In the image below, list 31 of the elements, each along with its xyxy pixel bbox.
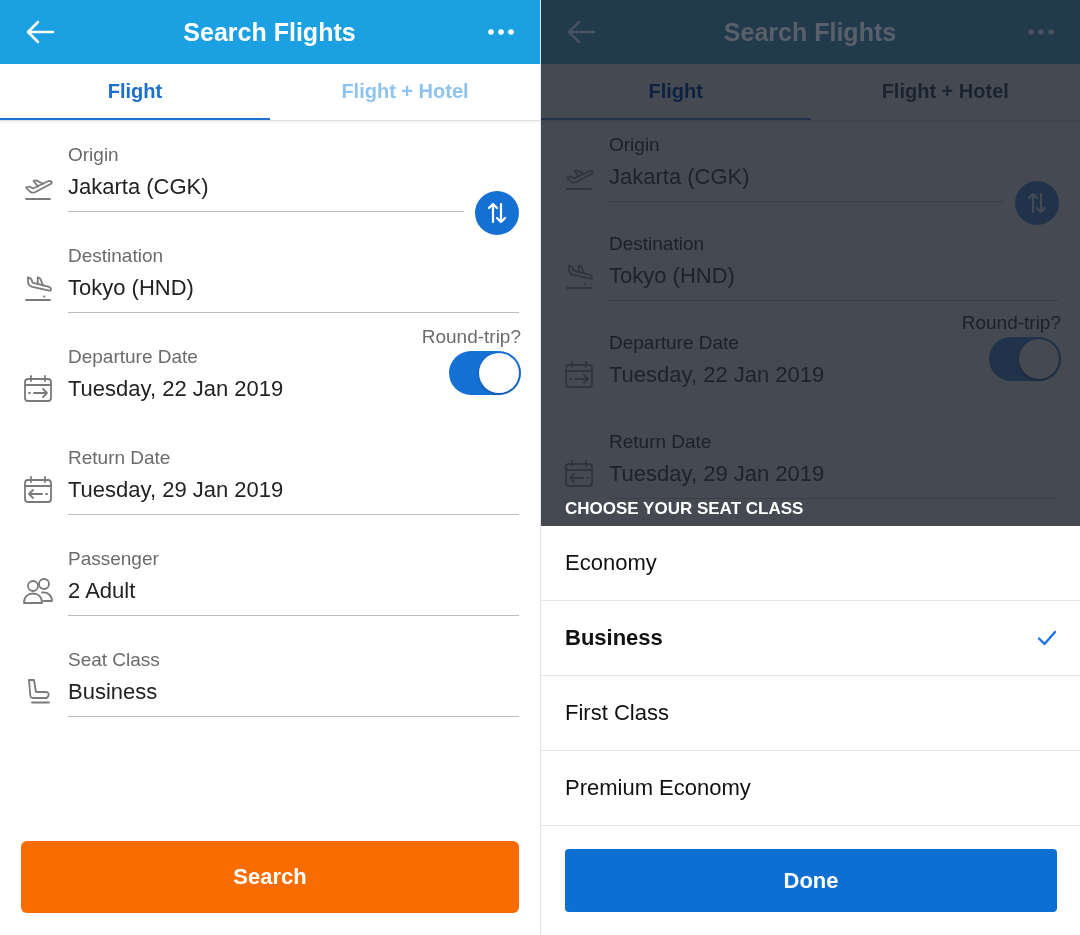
field-label: Return Date xyxy=(68,446,171,470)
done-button[interactable]: Done xyxy=(565,849,1057,912)
field-label: Passenger xyxy=(68,547,159,571)
round-trip-toggle[interactable] xyxy=(449,351,521,395)
up-down-arrows-icon xyxy=(1026,192,1048,214)
two-people-icon xyxy=(22,576,54,606)
field-label: Destination xyxy=(68,244,164,268)
field-label: Departure Date xyxy=(68,345,198,369)
swap-button[interactable] xyxy=(475,191,519,235)
ellipsis-icon[interactable] xyxy=(488,29,514,35)
field-label: Origin xyxy=(68,143,119,167)
input-field[interactable]: Tuesday, 29 Jan 2019 xyxy=(68,475,519,515)
input-field[interactable]: Tuesday, 22 Jan 2019 xyxy=(68,374,412,404)
up-down-arrows-icon xyxy=(486,202,508,224)
field-label: Seat Class xyxy=(68,648,160,672)
input-field[interactable]: Tokyo (HND) xyxy=(68,273,519,313)
input-field[interactable]: 2 Adult xyxy=(68,576,519,616)
screen-title: Search Flights xyxy=(723,17,897,47)
round-trip-toggle[interactable] xyxy=(989,337,1061,381)
landing-icon xyxy=(22,273,54,303)
input-field[interactable]: Business xyxy=(68,677,519,717)
input-field[interactable]: Jakarta (CGK) xyxy=(68,172,464,212)
sheet-title: CHOOSE YOUR SEAT CLASS xyxy=(565,500,804,518)
tab[interactable]: Flight xyxy=(0,64,270,120)
screen-title: Search Flights xyxy=(183,17,356,47)
calendar-arrow-icon xyxy=(22,475,54,505)
arrow-left-icon[interactable] xyxy=(566,20,596,44)
calendar-arrow-icon xyxy=(22,374,54,404)
ellipsis-icon[interactable] xyxy=(1028,29,1054,35)
checkmark-icon xyxy=(1037,630,1057,646)
toggle-label: Round-trip? xyxy=(421,325,521,349)
